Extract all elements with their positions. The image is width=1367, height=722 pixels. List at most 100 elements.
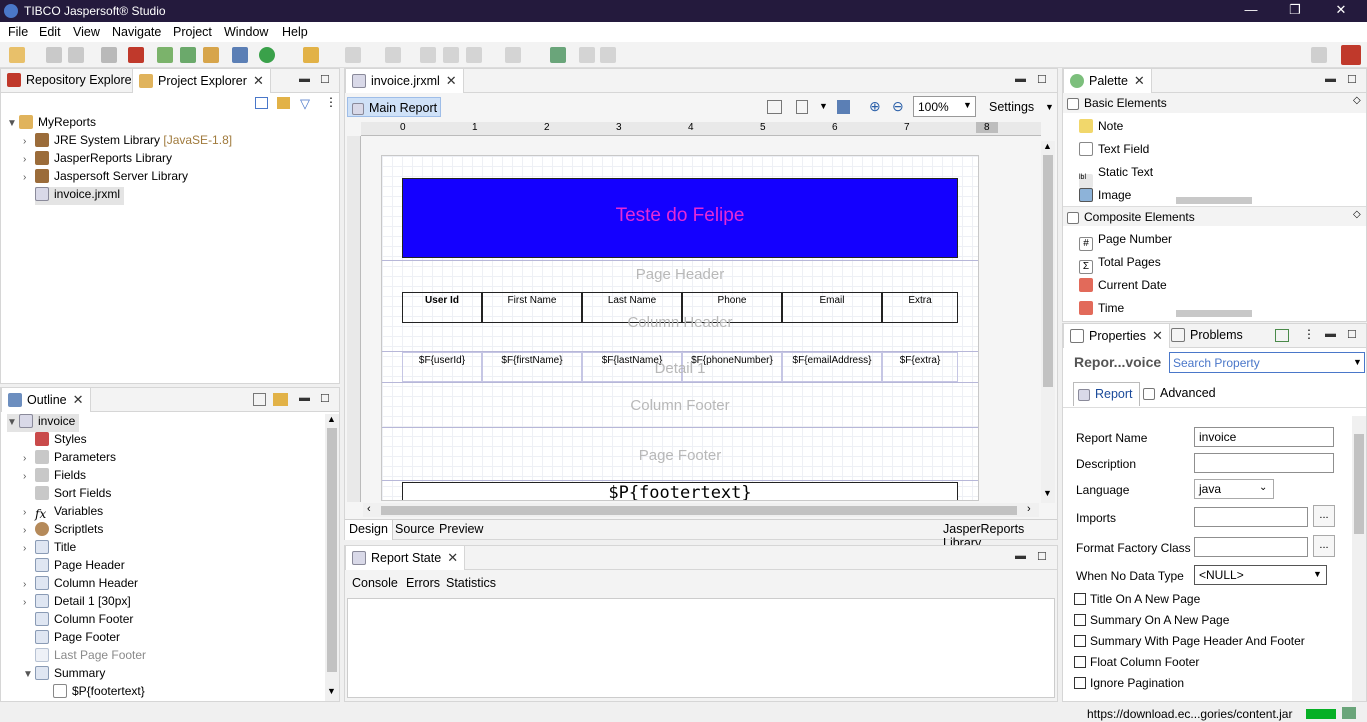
outline-item-summary[interactable]: ▼ Summary [23, 666, 105, 684]
report-design-perspective-icon[interactable] [1341, 45, 1361, 65]
forward-icon[interactable] [505, 47, 521, 63]
minimize-icon[interactable]: ▬ [1325, 73, 1336, 85]
when-no-data-select[interactable]: <NULL> ▼ [1194, 565, 1327, 585]
palette-scroll-handle[interactable] [1176, 197, 1252, 204]
description-input[interactable] [1194, 453, 1334, 473]
debug-icon[interactable] [128, 47, 144, 63]
close-icon[interactable]: ✕ [1134, 73, 1145, 88]
close-icon[interactable]: ✕ [253, 73, 264, 88]
outline-item-sort-fields[interactable]: Sort Fields [23, 486, 111, 504]
pin-icon[interactable] [1275, 329, 1289, 342]
tools-icon[interactable] [303, 47, 319, 63]
ignore-pagination-checkbox[interactable] [1074, 677, 1086, 689]
close-icon[interactable]: ✕ [73, 392, 84, 407]
report-name-input[interactable]: invoice [1194, 427, 1334, 447]
chevron-down-icon[interactable]: ▼ [7, 118, 19, 129]
summary-header-footer-checkbox[interactable] [1074, 635, 1086, 647]
tab-preview[interactable]: Preview [439, 522, 483, 536]
palette-item-image[interactable]: Image [1079, 188, 1131, 202]
scroll-thumb[interactable] [327, 428, 337, 672]
title-band-rectangle[interactable]: Teste do Felipe [402, 178, 958, 258]
outline-root[interactable]: ▼ invoice [7, 414, 80, 432]
prev-edit-icon[interactable] [579, 47, 595, 63]
tree-item-jre[interactable]: › JRE System Library [JavaSE-1.8] [23, 133, 232, 151]
tab-report-state[interactable]: Report State ✕ [345, 546, 466, 570]
tab-design[interactable]: Design [345, 520, 393, 540]
scroll-thumb[interactable] [1354, 434, 1364, 534]
title-new-page-checkbox[interactable] [1074, 593, 1086, 605]
outline-item-page-header[interactable]: Page Header [23, 558, 125, 576]
tree-item-jasperreports-lib[interactable]: › JasperReports Library [23, 151, 172, 169]
outline-item-fields[interactable]: › Fields [23, 468, 86, 486]
tab-problems[interactable]: Problems [1165, 324, 1249, 348]
language-select[interactable]: java ⌄ [1194, 479, 1274, 499]
tree-item-invoice-jrxml[interactable]: invoice.jrxml [35, 187, 125, 205]
outline-item-column-header[interactable]: › Column Header [23, 576, 138, 594]
tree-item-myreports[interactable]: ▼ MyReports [7, 115, 96, 133]
thumbnail-view-icon[interactable] [273, 393, 288, 406]
editor-vscrollbar[interactable]: ▲ ▼ [1041, 141, 1055, 503]
palette-item-time[interactable]: Time [1079, 301, 1124, 315]
menu-help[interactable]: Help [282, 25, 308, 39]
chevron-right-icon[interactable]: › [23, 172, 35, 183]
outline-item-variables[interactable]: › fx Variables [23, 504, 103, 522]
maximize-icon[interactable]: ☐ [1037, 550, 1047, 563]
maximize-icon[interactable]: ☐ [1037, 73, 1047, 86]
scroll-thumb[interactable] [381, 506, 1017, 515]
open-perspective-icon[interactable] [1311, 47, 1327, 63]
composite-elements-header[interactable]: Composite Elements ◇ [1063, 206, 1366, 226]
minimize-icon[interactable]: ▬ [299, 392, 310, 404]
subtab-console[interactable]: Console [352, 576, 398, 590]
chevron-right-icon[interactable]: › [23, 579, 35, 590]
format-factory-input[interactable] [1194, 537, 1308, 557]
chevron-right-icon[interactable]: › [23, 471, 35, 482]
scroll-thumb[interactable] [1043, 155, 1053, 387]
chevron-right-icon[interactable]: › [23, 453, 35, 464]
external-icon[interactable] [550, 47, 566, 63]
menu-window[interactable]: Window [224, 25, 268, 39]
collapse-all-icon[interactable] [255, 97, 268, 109]
close-icon[interactable]: ✕ [446, 73, 457, 88]
palette-item-total-pages[interactable]: Σ Total Pages [1079, 255, 1161, 274]
palette-item-text-field[interactable]: Text Field [1079, 142, 1149, 156]
outline-item-column-footer[interactable]: Column Footer [23, 612, 133, 630]
outline-item-last-page-footer[interactable]: Last Page Footer [23, 648, 146, 666]
chevron-right-icon[interactable]: › [23, 507, 35, 518]
tab-repository-explorer[interactable]: Repository Explorer [1, 69, 142, 93]
maximize-icon[interactable]: ☐ [1347, 73, 1357, 86]
view-menu-icon[interactable]: ⋮ [325, 95, 337, 109]
outline-item-page-footer[interactable]: Page Footer [23, 630, 120, 648]
print-icon[interactable] [101, 47, 117, 63]
outline-item-styles[interactable]: Styles [23, 432, 87, 450]
tab-outline[interactable]: Outline ✕ [1, 388, 91, 412]
outline-item-parameters[interactable]: › Parameters [23, 450, 116, 468]
scroll-down-icon[interactable]: ▼ [1043, 488, 1052, 498]
tree-view-icon[interactable] [253, 393, 266, 406]
outline-scrollbar[interactable]: ▲ ▼ [325, 414, 339, 701]
outline-item-scriptlets[interactable]: › Scriptlets [23, 522, 103, 540]
palette-item-page-number[interactable]: # Page Number [1079, 232, 1172, 251]
band-view-icon[interactable] [767, 100, 782, 114]
console-output[interactable] [347, 598, 1055, 698]
chevron-right-icon[interactable]: › [23, 525, 35, 536]
scroll-up-icon[interactable]: ▲ [327, 414, 336, 424]
subtab-advanced[interactable]: Advanced [1143, 386, 1216, 400]
subtab-statistics[interactable]: Statistics [446, 576, 496, 590]
scroll-up-icon[interactable]: ▲ [1043, 141, 1052, 151]
chevron-right-icon[interactable]: › [23, 154, 35, 165]
redo-icon[interactable] [443, 47, 459, 63]
chevron-right-icon[interactable]: › [23, 597, 35, 608]
menu-view[interactable]: View [73, 25, 100, 39]
outline-item-detail[interactable]: › Detail 1 [30px] [23, 594, 131, 612]
back-icon[interactable] [466, 47, 482, 63]
menu-file[interactable]: File [8, 25, 28, 39]
tab-source[interactable]: Source [395, 522, 435, 536]
main-report-button[interactable]: Main Report [347, 97, 441, 117]
restore-button[interactable]: ❐ [1280, 2, 1310, 18]
chevron-down-icon[interactable]: ▼ [819, 101, 828, 111]
save-icon[interactable] [46, 47, 62, 63]
tree-item-server-lib[interactable]: › Jaspersoft Server Library [23, 169, 188, 187]
tab-palette[interactable]: Palette ✕ [1063, 69, 1152, 93]
subtab-report[interactable]: Report [1073, 382, 1140, 406]
menu-project[interactable]: Project [173, 25, 212, 39]
